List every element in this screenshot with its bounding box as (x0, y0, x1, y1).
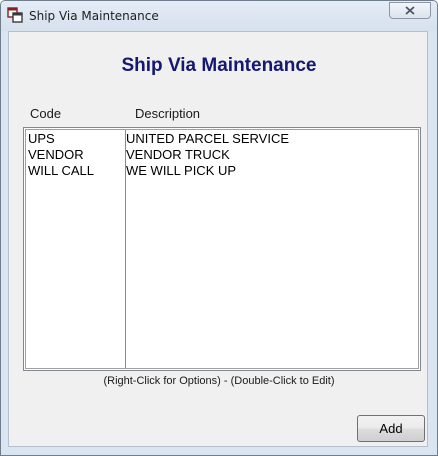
list-item[interactable]: UPS UNITED PARCEL SERVICE (26, 131, 416, 147)
list-item-description: VENDOR TRUCK (126, 147, 230, 162)
dialog-body: Ship Via Maintenance Code Description UP… (8, 31, 428, 447)
column-header-code: Code (30, 106, 62, 121)
window-app-icon (7, 7, 23, 23)
add-button[interactable]: Add (357, 415, 425, 442)
title-bar[interactable]: Ship Via Maintenance (1, 1, 437, 31)
list-item[interactable]: VENDOR VENDOR TRUCK (26, 147, 416, 163)
list-area[interactable]: UPS UNITED PARCEL SERVICE VENDOR VENDOR … (25, 129, 419, 369)
list-item[interactable]: WILL CALL WE WILL PICK UP (26, 163, 416, 179)
list-item-description: UNITED PARCEL SERVICE (126, 131, 290, 146)
list-item-code: VENDOR (28, 147, 84, 162)
list-item-code: WILL CALL (28, 163, 94, 178)
ship-via-list[interactable]: UPS UNITED PARCEL SERVICE VENDOR VENDOR … (23, 127, 421, 371)
dialog-window: Ship Via Maintenance Ship Via Maintenanc… (0, 0, 438, 456)
list-item-description: WE WILL PICK UP (126, 163, 237, 178)
page-title: Ship Via Maintenance (121, 55, 317, 76)
close-button[interactable] (389, 2, 431, 19)
list-item-code: UPS (28, 131, 55, 146)
usage-hint: (Right-Click for Options) - (Double-Clic… (103, 375, 335, 387)
column-header-description: Description (135, 106, 201, 121)
window-title: Ship Via Maintenance (29, 9, 159, 23)
close-icon (405, 6, 415, 15)
